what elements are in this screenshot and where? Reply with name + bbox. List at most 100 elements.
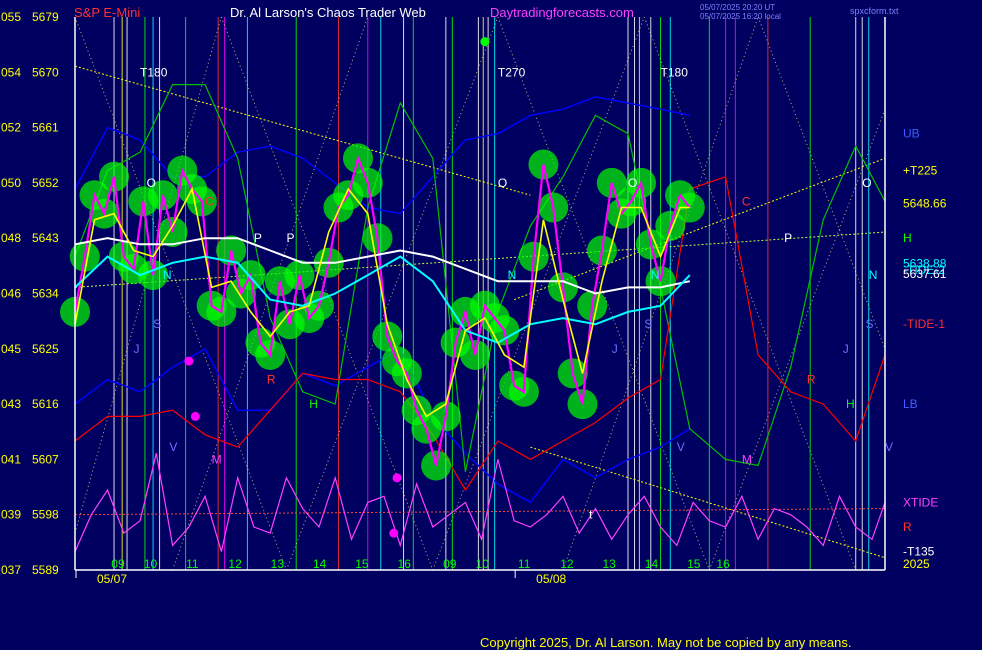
ut-timestamp: 05/07/2025 20:20 UT <box>700 3 776 12</box>
letter-label: M <box>212 452 222 466</box>
letter-label: H <box>309 397 318 411</box>
y-tick-price: 5625 <box>32 342 59 356</box>
price-label: -TIDE-1 <box>903 317 945 331</box>
letter-label: M <box>742 452 752 466</box>
trend-line <box>530 446 886 559</box>
data-marker <box>480 37 490 47</box>
letter-label: R <box>267 373 276 387</box>
price-label: UB <box>903 127 920 141</box>
price-label: 5648.66 <box>903 196 947 210</box>
letter-label: O <box>862 176 871 190</box>
y-tick-code: 046 <box>1 287 21 301</box>
y-tick-price: 5616 <box>32 397 59 411</box>
y-tick-code: 045 <box>1 342 21 356</box>
data-file-name: spxcform.txt <box>850 6 899 16</box>
letter-label: J <box>843 342 849 356</box>
price-label: H <box>903 231 912 245</box>
price-label: 2025 <box>903 557 930 571</box>
x-hour-tick: 11 <box>186 557 199 571</box>
letter-label: N <box>869 268 878 282</box>
letter-label: H <box>846 397 855 411</box>
y-tick-price: 5643 <box>32 231 59 245</box>
y-tick-price: 5634 <box>32 287 59 301</box>
data-series <box>60 83 886 552</box>
y-tick-code: 043 <box>1 397 21 411</box>
data-marker <box>184 356 194 366</box>
y-tick-code: 052 <box>1 121 21 135</box>
trend-line <box>74 65 531 196</box>
x-hour-tick: 16 <box>398 557 412 571</box>
price-label: R <box>903 520 912 534</box>
letter-label: N <box>163 268 172 282</box>
letter-label: P <box>784 231 792 245</box>
price-label: XTIDE <box>903 495 938 509</box>
letter-label: J <box>134 342 140 356</box>
x-hour-tick: 11 <box>518 557 531 571</box>
x-hour-tick: 12 <box>228 557 242 571</box>
data-marker <box>190 411 200 421</box>
x-date-label: 05/07 <box>97 572 127 586</box>
y-tick-price: 5598 <box>32 508 59 522</box>
letter-label: S <box>644 317 652 331</box>
y-tick-code: 039 <box>1 508 21 522</box>
letter-label: t <box>589 508 593 522</box>
y-tick-price: 5679 <box>32 10 59 24</box>
diagonal-cycle-line <box>643 16 857 571</box>
letter-label: V <box>677 440 685 454</box>
letter-label: J <box>612 342 618 356</box>
x-hour-tick: 15 <box>687 557 701 571</box>
x-hour-tick: 13 <box>602 557 616 571</box>
cycle-label: T180 <box>140 65 168 79</box>
y-tick-price: 5607 <box>32 452 59 466</box>
x-hour-tick: 10 <box>476 557 490 571</box>
local-timestamp: 05/07/2025 16:20 local <box>700 12 781 21</box>
y-tick-code: 041 <box>1 452 21 466</box>
chart-title: Dr. Al Larson's Chaos Trader Web <box>230 5 426 20</box>
letter-label: N <box>508 268 517 282</box>
letter-label: O <box>147 176 156 190</box>
letter-label: C <box>205 194 214 208</box>
letter-label: R <box>807 373 816 387</box>
y-tick-code: 055 <box>1 10 21 24</box>
x-hour-tick: 16 <box>716 557 730 571</box>
x-hour-tick: 14 <box>313 557 327 571</box>
data-marker <box>389 528 399 538</box>
copyright-notice: Copyright 2025, Dr. Al Larson. May not b… <box>480 635 852 650</box>
y-tick-code: 054 <box>1 65 21 79</box>
letter-label: P <box>254 231 262 245</box>
cycle-label: T270 <box>498 65 526 79</box>
x-hour-tick: 09 <box>443 557 457 571</box>
cycle-label: T180 <box>661 65 689 79</box>
letter-label: V <box>885 440 893 454</box>
letter-label: P <box>286 231 294 245</box>
letter-label: O <box>628 176 637 190</box>
symbol-label: S&P E-Mini <box>74 5 141 20</box>
y-tick-code: 048 <box>1 231 21 245</box>
y-tick-code: 050 <box>1 176 21 190</box>
x-hour-tick: 13 <box>271 557 285 571</box>
letter-label: S <box>865 317 873 331</box>
price-label: +T225 <box>903 164 938 178</box>
y-tick-price: 5661 <box>32 121 59 135</box>
letter-label: C <box>742 194 751 208</box>
y-tick-code: 037 <box>1 563 21 577</box>
data-marker <box>392 473 402 483</box>
letter-label: O <box>498 176 507 190</box>
x-hour-tick: 15 <box>355 557 369 571</box>
x-hour-tick: 09 <box>111 557 125 571</box>
price-label: LB <box>903 397 918 411</box>
chart-canvas: 055 5679 054 5670 052 5661 050 5652 048 5643 046 56… <box>1 10 947 586</box>
x-hour-tick: 12 <box>560 557 574 571</box>
x-date-label: 05/08 <box>536 572 566 586</box>
site-link[interactable]: Daytradingforecasts.com <box>490 5 634 20</box>
x-hour-tick: 14 <box>645 557 659 571</box>
letter-label: N <box>651 268 660 282</box>
y-tick-price: 5589 <box>32 563 59 577</box>
letter-label: V <box>169 440 177 454</box>
lower-band-line <box>74 347 691 504</box>
y-tick-price: 5670 <box>32 65 59 79</box>
y-tick-price: 5652 <box>32 176 59 190</box>
x-hour-tick: 10 <box>144 557 158 571</box>
price-label: 5637.61 <box>903 267 947 281</box>
letter-label: S <box>153 317 161 331</box>
